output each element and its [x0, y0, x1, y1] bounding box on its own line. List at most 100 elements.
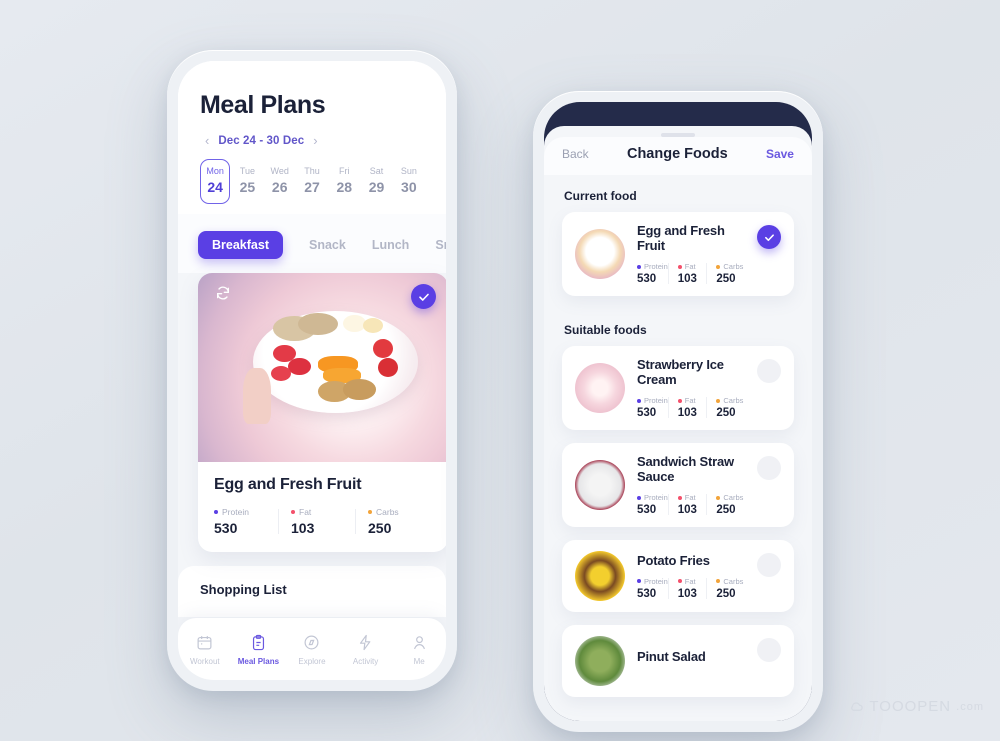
watermark-suffix: .com: [956, 700, 984, 713]
suitable-foods-heading: Suitable foods: [564, 323, 647, 337]
day-cell-tue[interactable]: Tue 25: [232, 159, 262, 204]
macro-value: 250: [716, 273, 736, 285]
macro-value: 103: [677, 273, 697, 285]
suitable-food-row[interactable]: Potato Fries Protein 530 Fat 103 Carbs 250: [562, 540, 794, 612]
tab-meal-plans[interactable]: Meal Plans: [232, 632, 286, 666]
change-foods-sheet: Back Change Foods Save Current food Egg …: [544, 126, 812, 721]
macro-dot-icon: [716, 579, 721, 583]
macro-value: 250: [716, 587, 736, 600]
shopping-list-heading[interactable]: Shopping List: [178, 566, 446, 617]
food-select-circle[interactable]: [757, 359, 781, 383]
macro-dot-icon: [716, 495, 721, 500]
tab-me[interactable]: Me: [392, 632, 446, 666]
meal-card-carousel[interactable]: Egg and Fresh Fruit Protein 530 Fat 103 Carb…: [178, 273, 446, 552]
macro-protein: Protein 530: [637, 262, 668, 285]
prev-week-arrow-icon[interactable]: ‹: [205, 134, 209, 147]
back-button[interactable]: Back: [562, 147, 589, 161]
meal-tab-0[interactable]: Breakfast: [198, 231, 283, 259]
meal-tabs: Breakfast Snack Lunch Snack: [178, 214, 446, 273]
current-food-row[interactable]: Egg and Fresh Fruit Protein 530 Fat 103 Carbs…: [562, 212, 794, 296]
macro-fat: Fat 103: [667, 262, 707, 285]
bottom-tab-bar: Workout Meal Plans Explore Activity Me: [178, 618, 446, 680]
page-title: Meal Plans: [200, 91, 326, 119]
day-cell-fri[interactable]: Fri 28: [329, 159, 359, 204]
day-number: 29: [368, 179, 385, 195]
macro-dot-icon: [716, 398, 721, 403]
meal-name: Egg and Fresh Fruit: [214, 476, 362, 493]
meal-selected-check-icon[interactable]: [411, 284, 436, 309]
macro-fat: Fat 103: [667, 577, 707, 600]
right-screen: Back Change Foods Save Current food Egg …: [544, 102, 812, 721]
macro-value: 103: [677, 504, 697, 516]
meal-plans-header: Meal Plans ‹ Dec 24 - 30 Dec › Mon 24 Tue 2…: [178, 61, 446, 214]
meal-macros: Protein 530 Fat 103 Carbs 250: [214, 507, 432, 536]
clipboard-icon: [232, 632, 286, 652]
macro-label: Carbs: [723, 576, 744, 586]
suitable-food-row[interactable]: Strawberry Ice Cream Protein 530 Fat 103 Carb…: [562, 346, 794, 430]
macro-value: 530: [214, 520, 238, 536]
refresh-icon[interactable]: [212, 285, 234, 307]
tab-label: Activity: [352, 657, 379, 666]
macro-dot-icon: [637, 579, 641, 583]
person-icon: [392, 632, 446, 652]
macro-fat: Fat 103: [278, 507, 355, 536]
macro-dot-icon: [677, 495, 682, 500]
macro-label: Protein: [644, 262, 668, 271]
macro-label: Carbs: [723, 493, 744, 502]
day-cell-sat[interactable]: Sat 29: [361, 159, 391, 204]
phone-mockup-left: Meal Plans ‹ Dec 24 - 30 Dec › Mon 24 Tue 2…: [167, 50, 457, 691]
macro-label: Carbs: [723, 262, 744, 271]
next-week-arrow-icon[interactable]: ›: [313, 134, 317, 147]
day-number: 30: [401, 179, 417, 195]
left-screen: Meal Plans ‹ Dec 24 - 30 Dec › Mon 24 Tue 2…: [178, 61, 446, 680]
suitable-food-row[interactable]: Pinut Salad: [562, 625, 794, 697]
date-range-label[interactable]: Dec 24 - 30 Dec: [218, 135, 304, 147]
macro-dot-icon: [368, 510, 372, 514]
tab-workout[interactable]: Workout: [178, 632, 232, 666]
meal-photo: [198, 273, 446, 462]
macro-label: Fat: [684, 262, 696, 271]
day-cell-thu[interactable]: Thu 27: [297, 159, 327, 204]
calendar-icon: [178, 632, 232, 652]
meal-tab-3[interactable]: Snack: [435, 238, 446, 252]
macro-label: Protein: [644, 576, 668, 586]
tab-explore[interactable]: Explore: [285, 632, 339, 666]
day-cell-sun[interactable]: Sun 30: [394, 159, 424, 204]
suitable-food-row[interactable]: Sandwich Straw Sauce Protein 530 Fat 103 Carb…: [562, 443, 794, 527]
macro-carbs: Carbs 250: [355, 507, 432, 536]
day-weekday: Thu: [304, 166, 320, 176]
food-select-circle[interactable]: [757, 456, 781, 480]
food-select-circle[interactable]: [757, 638, 781, 662]
food-selected-check-icon[interactable]: [757, 225, 781, 249]
food-thumbnail: [575, 551, 625, 601]
tab-activity[interactable]: Activity: [339, 632, 393, 666]
egg-blob: [343, 314, 366, 332]
macro-label: Fat: [684, 396, 696, 405]
food-macros: Protein 530 Fat 103 Carbs 250: [637, 262, 745, 285]
macro-dot-icon: [677, 579, 682, 583]
day-number: 25: [239, 179, 256, 195]
sheet-title: Change Foods: [626, 146, 728, 162]
macro-label: Protein: [222, 507, 249, 517]
food-select-circle[interactable]: [757, 553, 781, 577]
food-macros: Protein 530 Fat 103 Carbs 250: [637, 577, 745, 600]
strawberry-blob: [288, 358, 311, 376]
compass-icon: [285, 632, 339, 652]
meal-tab-2[interactable]: Lunch: [372, 238, 410, 252]
macro-dot-icon: [637, 264, 641, 269]
macro-value: 530: [637, 587, 657, 600]
food-name: Pinut Salad: [637, 649, 706, 664]
save-button[interactable]: Save: [766, 147, 794, 161]
macro-dot-icon: [716, 264, 721, 269]
food-name: Strawberry Ice Cream: [637, 357, 724, 387]
macro-label: Carbs: [723, 396, 744, 405]
food-name: Egg and Fresh Fruit: [637, 223, 725, 253]
macro-fat: Fat 103: [667, 493, 707, 516]
macro-value: 530: [637, 407, 657, 419]
macro-protein: Protein 530: [637, 577, 668, 600]
day-cell-mon[interactable]: Mon 24: [200, 159, 231, 204]
meal-card[interactable]: Egg and Fresh Fruit Protein 530 Fat 103 Carb…: [198, 273, 446, 552]
meal-tab-1[interactable]: Snack: [309, 238, 346, 252]
lightning-icon: [339, 632, 393, 652]
day-cell-wed[interactable]: Wed 26: [265, 159, 295, 204]
